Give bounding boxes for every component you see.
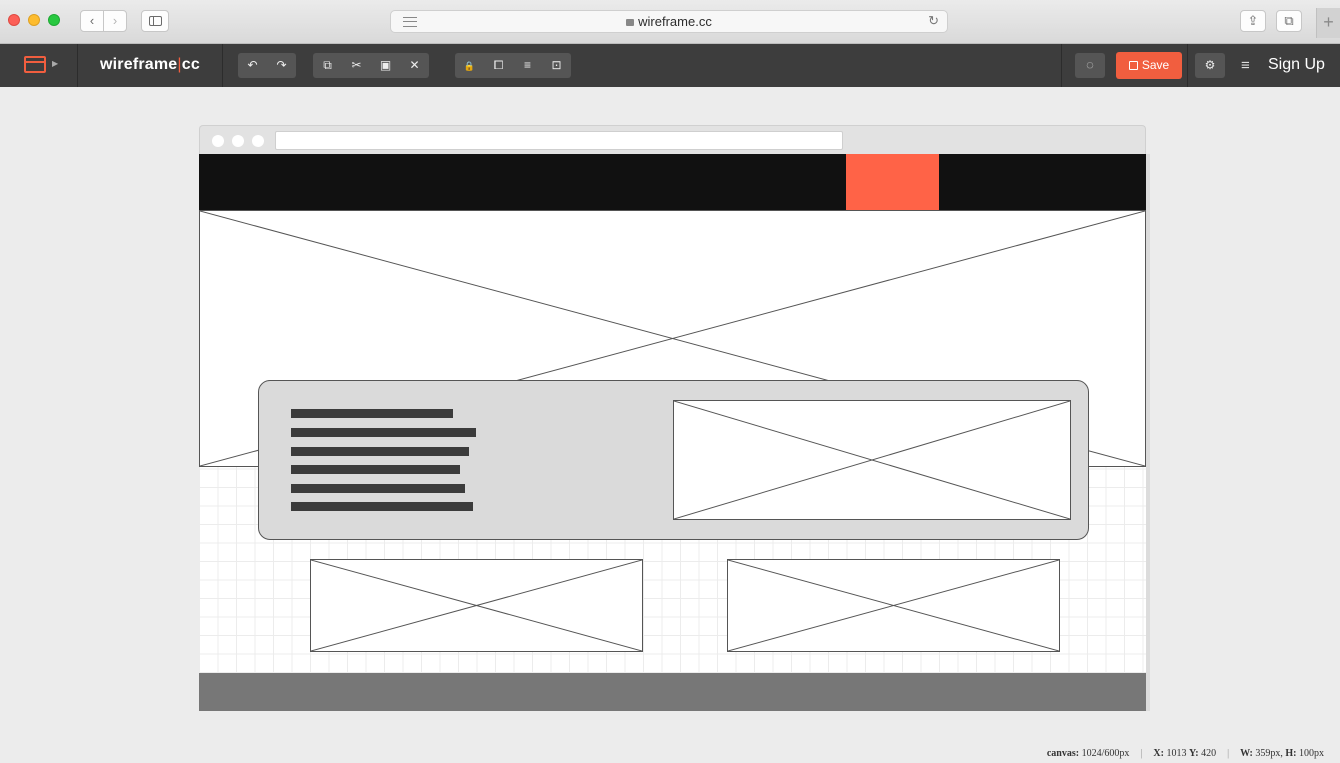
- settings-button[interactable]: ⚙: [1195, 53, 1225, 78]
- cut-icon: ✂: [351, 58, 362, 72]
- bring-front-button[interactable]: ⧠: [484, 53, 513, 78]
- text-line-placeholder: [291, 428, 476, 437]
- group-icon: ⊡: [551, 58, 562, 72]
- wireframe-header-block[interactable]: [199, 154, 1146, 210]
- feature-panel[interactable]: [258, 380, 1089, 540]
- forward-button[interactable]: ›: [103, 10, 127, 32]
- speech-bubble-icon: ◌: [1086, 57, 1094, 72]
- browser-window-icon: [24, 56, 46, 73]
- new-tab-button[interactable]: +: [1316, 8, 1340, 38]
- wireframe-canvas[interactable]: [199, 125, 1150, 711]
- lock-icon: [626, 19, 635, 26]
- panel-image-placeholder[interactable]: [673, 400, 1071, 520]
- image-placeholder-icon: [728, 560, 1059, 651]
- paste-icon: ▣: [379, 58, 392, 72]
- share-button[interactable]: ⇪: [1240, 10, 1266, 32]
- text-line-placeholder: [291, 447, 469, 456]
- sign-up-link[interactable]: Sign Up: [1268, 56, 1325, 74]
- zoom-window-button[interactable]: [48, 14, 60, 26]
- canvas-size-label: canvas:: [1046, 748, 1080, 759]
- sidebar-icon: [149, 16, 162, 26]
- text-line-placeholder: [291, 465, 460, 474]
- comment-button[interactable]: ◌: [1075, 53, 1105, 78]
- lock-button[interactable]: 🔒: [455, 53, 484, 78]
- group-button[interactable]: ⊡: [542, 53, 571, 78]
- toolbar-divider: [222, 44, 223, 87]
- y-coord-value: 420: [1201, 748, 1217, 759]
- url-text: wireframe.cc: [638, 14, 712, 29]
- app-toolbar: ▶ wireframe|cc ↶ ↷ ⧉ ✂ ▣ ✕ 🔒 ⧠ ≡ ⊡ ◌ Sav…: [0, 44, 1340, 87]
- address-bar[interactable]: wireframe.cc ↻: [390, 10, 948, 33]
- image-placeholder-right[interactable]: [727, 559, 1060, 652]
- wireframe-window-dot: [252, 135, 264, 147]
- image-placeholder-icon: [311, 560, 642, 651]
- wireframe-footer-block[interactable]: [199, 673, 1146, 711]
- minimize-window-button[interactable]: [28, 14, 40, 26]
- wireframe-window-dot: [212, 135, 224, 147]
- width-value: 359px,: [1255, 748, 1283, 759]
- toolbar-divider: [1187, 44, 1188, 87]
- brand-suffix: cc: [181, 56, 200, 73]
- undo-icon: ↶: [247, 58, 258, 72]
- redo-icon: ↷: [276, 58, 287, 72]
- paste-button[interactable]: ▣: [371, 53, 400, 78]
- wireframe-window-dot: [232, 135, 244, 147]
- brand-name: wireframe: [100, 56, 178, 73]
- delete-button[interactable]: ✕: [400, 53, 429, 78]
- bring-front-icon: ⧠: [493, 58, 504, 72]
- reload-icon[interactable]: ↻: [928, 13, 939, 29]
- wireframe-header-button[interactable]: [846, 154, 939, 210]
- delete-icon: ✕: [409, 58, 420, 72]
- image-placeholder-left[interactable]: [310, 559, 643, 652]
- canvas-scroll-edge: [1146, 154, 1150, 711]
- text-line-placeholder: [291, 484, 465, 493]
- undo-button[interactable]: ↶: [238, 53, 267, 78]
- text-line-placeholder: [291, 502, 473, 511]
- status-bar: canvas: 1024/600px | X: 1013 Y: 420 | W: 359…: [1046, 748, 1324, 759]
- wireframe-browser-chrome: [199, 125, 1146, 154]
- chevron-left-icon: ‹: [89, 13, 95, 28]
- width-label: W:: [1240, 748, 1253, 759]
- clipboard-group: ⧉ ✂ ▣ ✕: [313, 53, 429, 78]
- copy-button[interactable]: ⧉: [313, 53, 342, 78]
- wireframe-address-bar: [275, 131, 843, 150]
- tabs-icon: ⧉: [1284, 13, 1294, 28]
- show-tabs-button[interactable]: ⧉: [1276, 10, 1302, 32]
- arrange-group: 🔒 ⧠ ≡ ⊡: [455, 53, 571, 78]
- height-label: H:: [1285, 748, 1297, 759]
- gears-icon: ⚙: [1204, 58, 1216, 72]
- canvas-size-value: 1024/600px: [1081, 748, 1130, 759]
- align-icon: ≡: [523, 58, 531, 72]
- x-coord-label: X:: [1153, 748, 1164, 759]
- share-icon: ⇪: [1247, 13, 1259, 28]
- copy-icon: ⧉: [323, 58, 332, 72]
- lock-icon: 🔒: [463, 61, 476, 71]
- browser-chrome: ‹ › wireframe.cc ↻ ⇪ ⧉ +: [0, 0, 1340, 44]
- wireframe-type-menu[interactable]: ▶: [0, 44, 78, 87]
- chevron-right-icon: ›: [112, 13, 118, 28]
- hamburger-menu-icon[interactable]: ≡: [1241, 57, 1250, 74]
- brand-logo[interactable]: wireframe|cc: [100, 56, 200, 74]
- floppy-disk-icon: [1128, 61, 1138, 70]
- y-coord-label: Y:: [1188, 748, 1199, 759]
- wireframe-page[interactable]: [199, 154, 1146, 711]
- cut-button[interactable]: ✂: [342, 53, 371, 78]
- redo-button[interactable]: ↷: [267, 53, 296, 78]
- toolbar-divider: [1061, 44, 1062, 87]
- url-display[interactable]: wireframe.cc: [391, 14, 947, 29]
- back-button[interactable]: ‹: [80, 10, 104, 32]
- close-window-button[interactable]: [8, 14, 20, 26]
- align-button[interactable]: ≡: [513, 53, 542, 78]
- history-group: ↶ ↷: [238, 53, 296, 78]
- x-coord-value: 1013: [1166, 748, 1187, 759]
- text-line-placeholder: [291, 409, 453, 418]
- sidebar-toggle-button[interactable]: [141, 10, 169, 32]
- save-label: Save: [1141, 58, 1170, 72]
- caret-right-icon: ▶: [52, 59, 59, 68]
- save-button[interactable]: Save: [1116, 52, 1182, 79]
- height-value: 100px: [1299, 748, 1324, 759]
- image-placeholder-icon: [674, 401, 1070, 519]
